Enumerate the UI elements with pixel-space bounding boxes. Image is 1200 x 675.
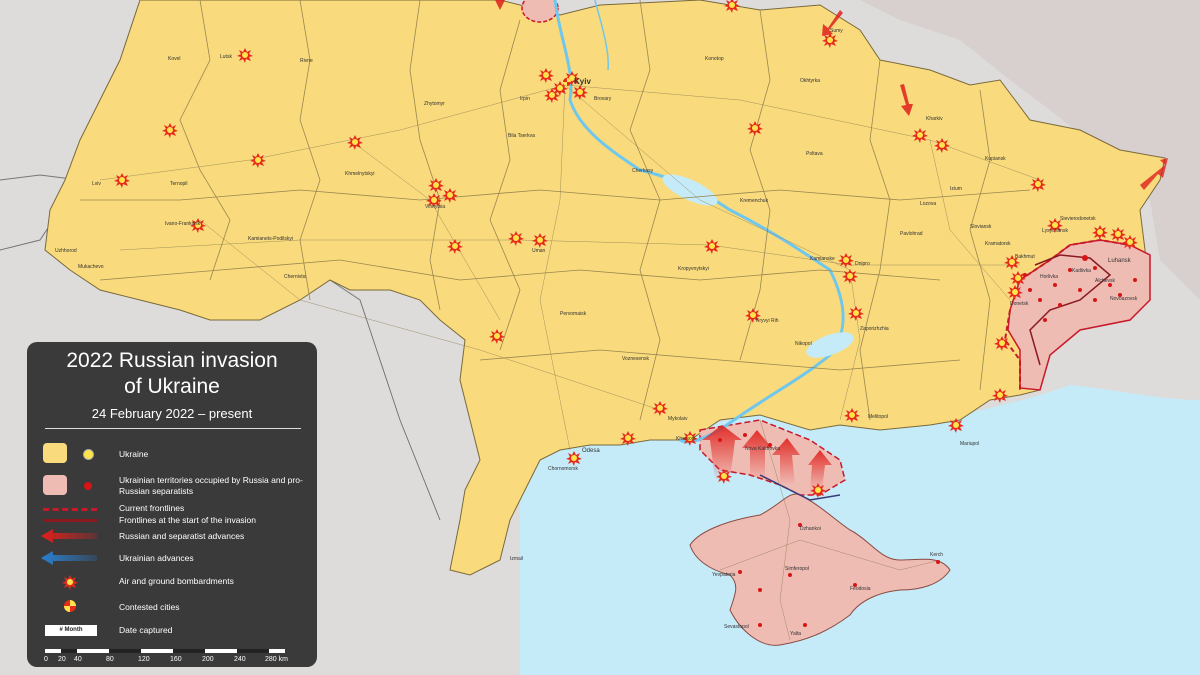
- city-label: Uman: [532, 248, 546, 254]
- city-label: Kremenchuk: [740, 198, 769, 204]
- city-label: Pervomaisk: [560, 311, 587, 317]
- city-label: Kamianske: [810, 256, 835, 262]
- city-label: Novoazovsk: [1110, 296, 1138, 302]
- legend-divider: [45, 428, 301, 429]
- city-label: Luhansk: [1108, 258, 1132, 264]
- ukrainian-advance-arrow-icon: [41, 551, 97, 565]
- scale-tick-label: 0: [44, 656, 48, 663]
- city-label: Sloviansk: [970, 224, 992, 230]
- city-label: Donetsk: [1010, 301, 1029, 307]
- city-label: Nova Kakhovka: [745, 446, 780, 452]
- scale-bar: [45, 649, 285, 653]
- occupied-city-dot: [84, 482, 92, 490]
- city-label: Kerch: [930, 552, 943, 558]
- bombardment-icon: [62, 575, 78, 590]
- city-label: Kryvyi Rih: [756, 318, 779, 324]
- ukraine-swatch: [43, 443, 67, 463]
- city-label: Zaporizhzhia: [860, 326, 889, 332]
- city-label: Kharkiv: [926, 116, 943, 122]
- legend-item-label: Air and ground bombardments: [119, 576, 234, 586]
- legend-item-label: Frontlines at the start of the invasion: [119, 515, 257, 525]
- city-label: Sevastopol: [724, 624, 749, 630]
- city-label: Okhtyrka: [800, 78, 820, 84]
- start-frontline-swatch: [43, 519, 97, 522]
- city-label: Sumy: [830, 28, 843, 34]
- city-label: Bakhmut: [1015, 254, 1035, 260]
- city-label: Kadiivka: [1072, 268, 1091, 274]
- city-label: Horlivka: [1040, 274, 1058, 280]
- scale-tick-label: 20: [58, 656, 66, 663]
- city-label: Yevpatoria: [712, 572, 736, 578]
- city-label: Uzhhorod: [55, 248, 77, 254]
- city-label: Bila Tserkva: [508, 133, 535, 139]
- occupied-swatch: [43, 475, 67, 495]
- city-label: Nikopol: [795, 341, 812, 347]
- city-label: Lysychansk: [1042, 228, 1068, 234]
- city-label: Kamianets-Podilskyi: [248, 236, 293, 242]
- city-label: Pavlohrad: [900, 231, 923, 237]
- city-label: Simferopol: [785, 566, 809, 572]
- legend-subtitle: 24 February 2022 – present: [91, 406, 253, 421]
- city-label: Chornomorsk: [548, 466, 579, 472]
- city-label: Izmail: [510, 556, 523, 562]
- city-label: Izium: [950, 186, 962, 192]
- city-label: Melitopol: [868, 414, 888, 420]
- contested-city-icon: [64, 600, 76, 612]
- legend-title: 2022 Russian invasion of Ukraine: [66, 349, 278, 398]
- city-label: Cherkasy: [632, 168, 654, 174]
- city-label: Kherson: [676, 436, 695, 442]
- city-label: Lozova: [920, 201, 936, 207]
- city-label: Lviv: [92, 181, 101, 187]
- city-label: Mukachevo: [78, 264, 104, 270]
- city-label: Mykolaiv: [668, 416, 688, 422]
- scale-tick-label: 40: [74, 656, 82, 663]
- city-label: Kupiansk: [985, 156, 1006, 162]
- city-label: Alchevsk: [1095, 278, 1116, 284]
- legend-item-label: Ukraine: [119, 449, 149, 459]
- city-label: Kropyvnytskyi: [678, 266, 709, 272]
- legend-item-label: Current frontlines: [119, 503, 185, 513]
- city-label: Dzhankoi: [800, 526, 821, 532]
- city-label: Vinnytsia: [425, 204, 445, 210]
- map-legend: 2022 Russian invasion of Ukraine 24 Febr…: [27, 342, 317, 667]
- legend-item-label: Ukrainian advances: [119, 553, 194, 563]
- scale-tick-label: 160: [170, 656, 182, 663]
- legend-item-label: Ukrainian territories occupied by Russia…: [119, 475, 303, 496]
- city-label: Poltava: [806, 151, 823, 157]
- city-label: Konotop: [705, 56, 724, 62]
- city-label: Rivne: [300, 58, 313, 64]
- city-label: Ternopil: [170, 181, 188, 187]
- russian-advance-arrow-icon: [41, 529, 97, 543]
- city-label: Dnipro: [855, 261, 870, 267]
- city-label: Odesa: [582, 448, 600, 454]
- current-frontline-swatch: [43, 508, 97, 511]
- legend-item-label: Contested cities: [119, 602, 180, 612]
- city-label: Chernivtsi: [284, 274, 306, 280]
- city-label: Kyiv: [574, 77, 591, 86]
- city-label: Kovel: [168, 56, 181, 62]
- city-label: Brovary: [594, 96, 612, 102]
- city-label: Zhytomyr: [424, 101, 445, 107]
- ukraine-city-dot: [83, 449, 94, 460]
- city-label: Feodosia: [850, 586, 871, 592]
- legend-item-label: Date captured: [119, 625, 173, 635]
- city-label: Voznesensk: [622, 356, 649, 362]
- city-label: Sievierodonetsk: [1060, 216, 1096, 222]
- scale-tick-label: 240: [234, 656, 246, 663]
- occupied-north-kyiv: [521, 0, 559, 23]
- city-label: Kramatorsk: [985, 241, 1011, 247]
- city-label: Lutsk: [220, 54, 232, 60]
- scale-tick-label: 200: [202, 656, 214, 663]
- scale-tick-label: 80: [106, 656, 114, 663]
- city-label: Mariupol: [960, 441, 979, 447]
- city-label: Irpin: [520, 96, 530, 102]
- date-badge: # Month: [45, 625, 97, 636]
- contested-city-kyiv: [563, 78, 571, 86]
- city-label: Khmelnytskyi: [345, 171, 374, 177]
- legend-item-label: Russian and separatist advances: [119, 531, 245, 541]
- city-label: Yalta: [790, 631, 801, 637]
- scale-tick-label: 280 km: [265, 656, 288, 663]
- city-label: Ivano-Frankivsk: [165, 221, 201, 227]
- scale-tick-label: 120: [138, 656, 150, 663]
